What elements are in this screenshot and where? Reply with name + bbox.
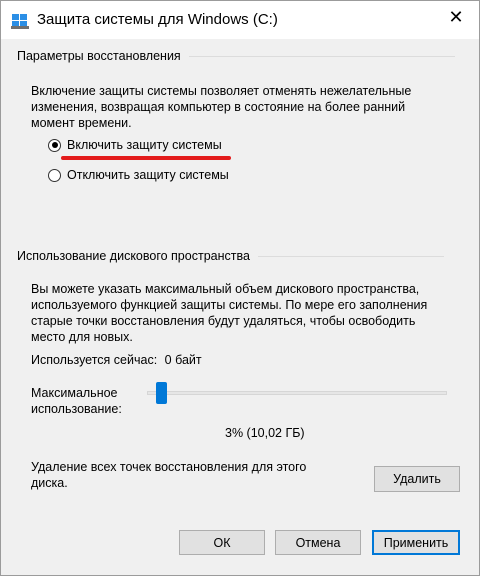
radio-unselected-icon[interactable] (48, 168, 61, 182)
disk-usage-description-line: старые точки восстановления будут удалят… (31, 314, 416, 328)
system-protection-icon (11, 14, 29, 29)
disk-usage-description: Вы можете указать максимальный объем дис… (31, 281, 427, 345)
delete-description-line: диска. (31, 476, 68, 490)
radio-disable-label[interactable]: Отключить защиту системы (67, 168, 229, 182)
max-usage-label-line: Максимальное (31, 386, 118, 400)
delete-description: Удаление всех точек восстановления для э… (31, 459, 306, 491)
title-bar[interactable]: Защита системы для Windows (C:) ✕ (1, 1, 479, 39)
restore-settings-title: Параметры восстановления (17, 49, 181, 63)
restore-description-line: Включение защиты системы позволяет отмен… (31, 84, 412, 98)
restore-description-line: изменения, возвращая компьютер в состоян… (31, 100, 406, 114)
current-usage-row: Используется сейчас: 0 байт (31, 352, 202, 368)
max-usage-label: Максимальное использование: (31, 385, 122, 417)
max-usage-value: 3% (10,02 ГБ) (225, 426, 305, 440)
dialog-body: Параметры восстановления Включение защит… (1, 39, 479, 575)
highlight-underline (61, 156, 231, 160)
disk-usage-title: Использование дискового пространства (17, 249, 250, 263)
window-title: Защита системы для Windows (C:) (37, 11, 278, 28)
radio-enable-protection[interactable]: Включить защиту системы (48, 138, 222, 152)
radio-selected-icon[interactable] (48, 138, 61, 152)
disk-usage-description-line: Вы можете указать максимальный объем дис… (31, 282, 420, 296)
delete-description-line: Удаление всех точек восстановления для э… (31, 460, 307, 474)
close-button[interactable]: ✕ (433, 1, 479, 33)
max-usage-slider-track[interactable] (147, 391, 447, 395)
system-protection-dialog: Защита системы для Windows (C:) ✕ Параме… (0, 0, 480, 576)
ok-button[interactable]: ОК (179, 530, 265, 555)
restore-settings-divider (188, 55, 455, 57)
disk-usage-divider (257, 255, 444, 257)
max-usage-label-line: использование: (31, 402, 122, 416)
apply-button[interactable]: Применить (372, 530, 460, 555)
disk-usage-description-line: место для новых. (31, 330, 133, 344)
max-usage-slider-thumb[interactable] (156, 382, 167, 404)
restore-settings-header: Параметры восстановления (17, 49, 455, 63)
radio-disable-protection[interactable]: Отключить защиту системы (48, 168, 229, 182)
radio-enable-label[interactable]: Включить защиту системы (67, 138, 222, 152)
disk-usage-description-line: используемого функцией защиты системы. П… (31, 298, 428, 312)
disk-usage-header: Использование дискового пространства (17, 249, 444, 263)
delete-button[interactable]: Удалить (374, 466, 460, 492)
current-usage-value: 0 байт (164, 353, 202, 367)
close-icon: ✕ (448, 6, 464, 27)
restore-description: Включение защиты системы позволяет отмен… (31, 83, 411, 131)
current-usage-label: Используется сейчас: (31, 353, 158, 367)
cancel-button[interactable]: Отмена (275, 530, 361, 555)
restore-description-line: момент времени. (31, 116, 132, 130)
